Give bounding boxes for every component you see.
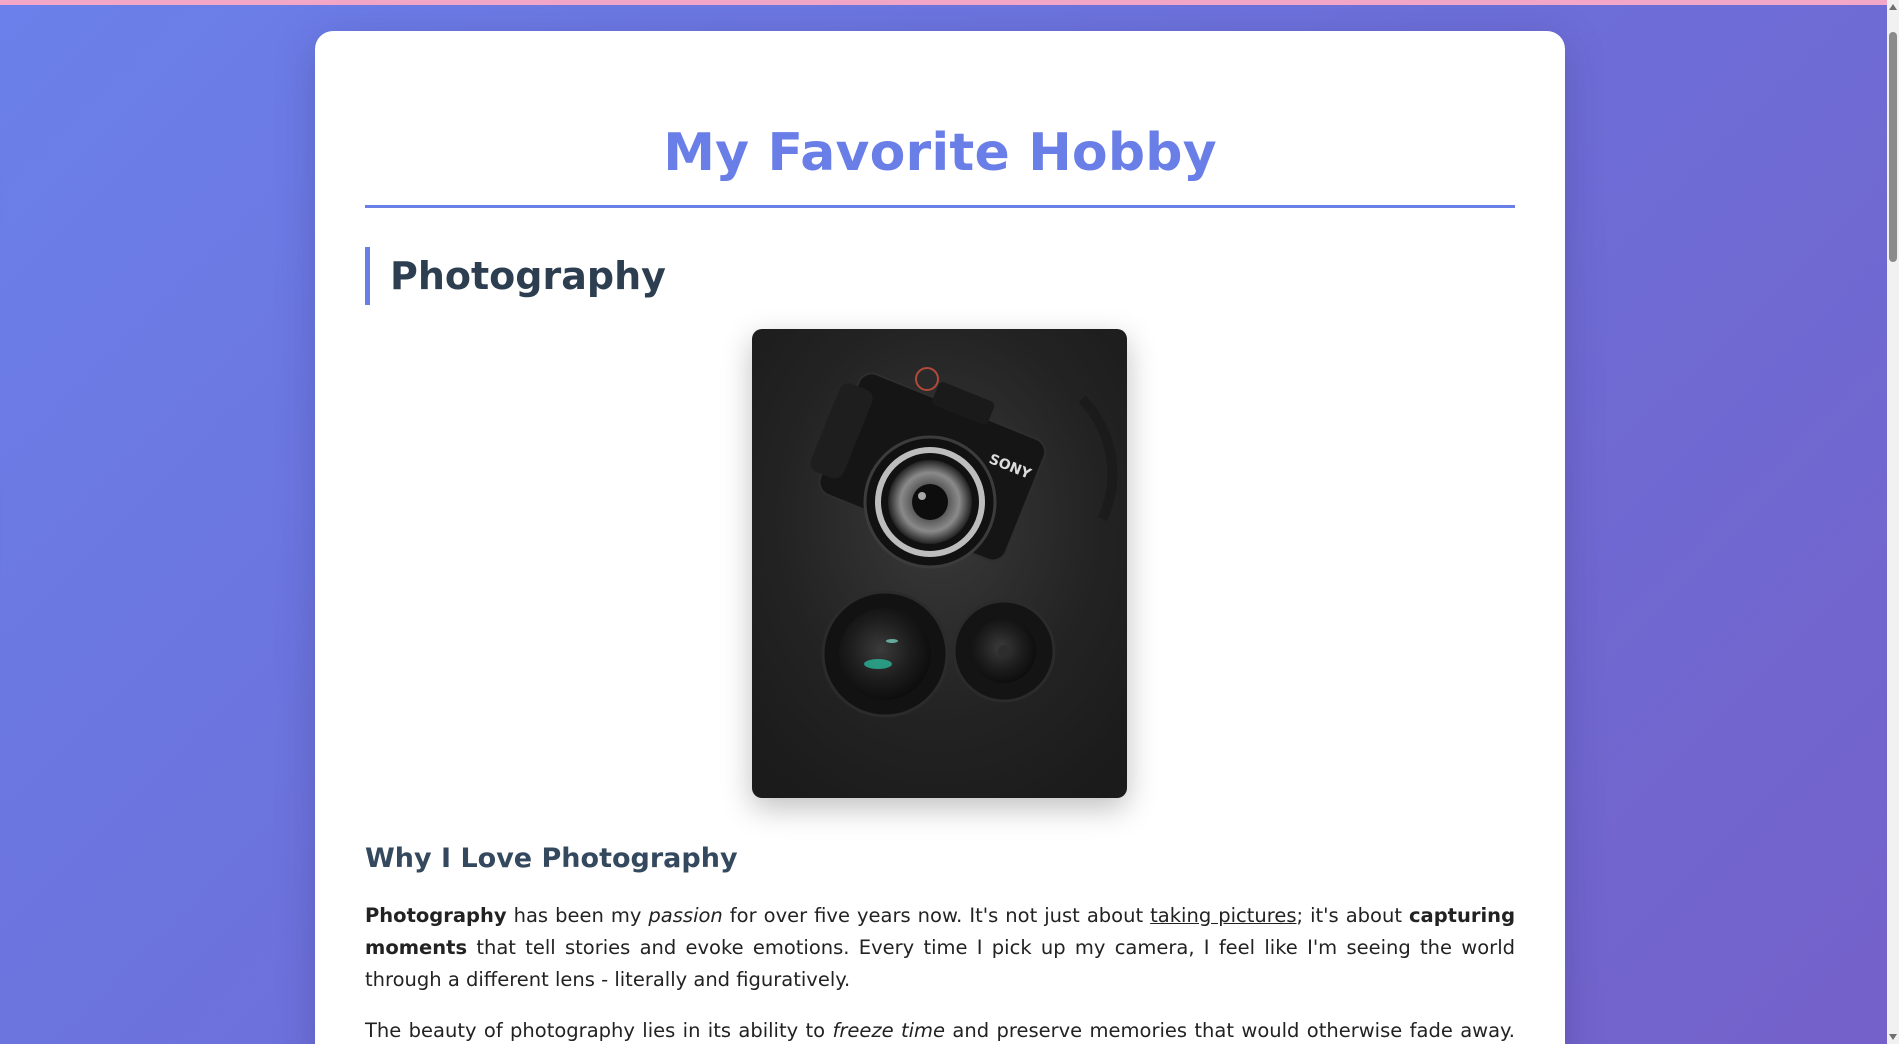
section-heading: Photography xyxy=(365,247,666,305)
camera-photo: SONY xyxy=(752,329,1127,798)
subsection-heading: Why I Love Photography xyxy=(365,843,738,874)
paragraph-intro: Photography has been my passion for over… xyxy=(365,900,1515,996)
taking-pictures-link[interactable]: taking pictures xyxy=(1150,904,1296,927)
text-span: The beauty of photography lies in its ab… xyxy=(365,1019,833,1042)
italic-text: freeze time xyxy=(832,1019,946,1042)
title-divider xyxy=(365,205,1515,208)
content-card: My Favorite Hobby Photography SONY Why I… xyxy=(315,31,1565,1044)
page-title: My Favorite Hobby xyxy=(663,123,1217,183)
text-span: ; it's about xyxy=(1296,904,1409,927)
vertical-scrollbar[interactable] xyxy=(1887,0,1899,1044)
scroll-down-icon[interactable] xyxy=(1889,1034,1897,1040)
bold-text: Photography xyxy=(365,904,507,927)
scroll-thumb[interactable] xyxy=(1889,32,1897,262)
paragraph-beauty: The beauty of photography lies in its ab… xyxy=(365,1015,1515,1044)
top-accent-strip xyxy=(0,0,1899,5)
italic-text: passion xyxy=(648,904,723,927)
scroll-up-icon[interactable] xyxy=(1889,4,1897,10)
text-span: that tell stories and evoke emotions. Ev… xyxy=(365,936,1515,991)
text-span: for over five years now. It's not just a… xyxy=(722,904,1151,927)
text-span: has been my xyxy=(506,904,649,927)
camera-photo-icon: SONY xyxy=(752,329,1127,798)
